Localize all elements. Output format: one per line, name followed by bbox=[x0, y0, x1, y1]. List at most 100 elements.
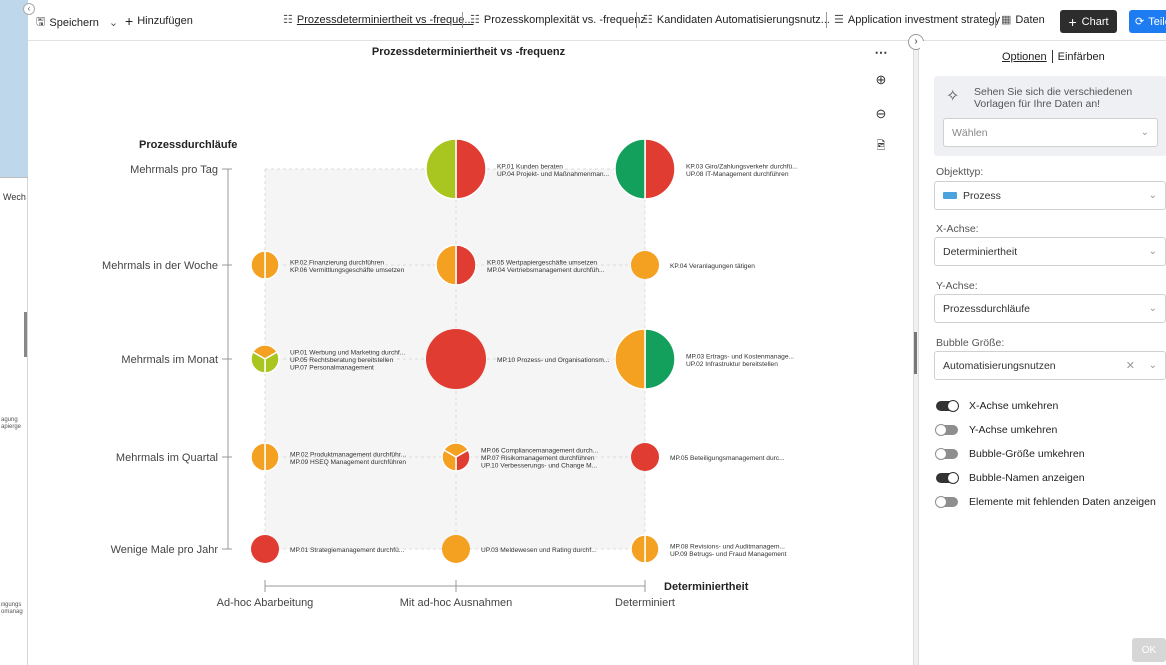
toggle-label: Y-Achse umkehren bbox=[969, 424, 1058, 436]
save-button[interactable]: 🖫 Speichern ⌄ bbox=[36, 13, 118, 32]
toggle-knob bbox=[935, 448, 947, 460]
bubble-label: UP.07 Personalmanagement bbox=[290, 365, 374, 372]
bubble-slice[interactable] bbox=[250, 442, 266, 472]
bubble-chart: Wenige Male pro Jahr Mehrmals im Quartal M… bbox=[102, 138, 798, 609]
bubble-slice[interactable] bbox=[644, 534, 660, 564]
toggle-label: Bubble-Namen anzeigen bbox=[969, 472, 1085, 484]
tab-chart-3[interactable]: ☷ Kandidaten Automatisierungsnutz... bbox=[643, 13, 830, 27]
toggle-row[interactable]: X-Achse umkehren bbox=[936, 400, 1058, 412]
chevron-down-icon: ⌄ bbox=[1148, 303, 1157, 314]
data-label: Daten bbox=[1015, 13, 1045, 26]
bubble-size-select[interactable]: Automatisierungsnutzen ✕ ⌄ bbox=[934, 351, 1166, 380]
background-resize-handle[interactable] bbox=[24, 312, 27, 357]
template-select-value: Wählen bbox=[952, 126, 988, 139]
toggle-knob bbox=[935, 496, 947, 508]
background-text-line: apierge bbox=[1, 424, 22, 430]
background-text-line: agung bbox=[1, 417, 18, 423]
zoom-out-icon[interactable]: ⊖ bbox=[874, 107, 888, 121]
share-button-label: Teilen bbox=[1148, 15, 1166, 28]
toggle-row[interactable]: Bubble-Größe umkehren bbox=[935, 448, 1085, 460]
bubble[interactable] bbox=[631, 443, 659, 471]
bubble-label: MP.06 Compliancemanagement durch... bbox=[481, 448, 598, 455]
clear-icon[interactable]: ✕ bbox=[1126, 359, 1135, 372]
share-button[interactable]: ⟳ Teilen bbox=[1129, 10, 1166, 33]
bubble-label: MP.04 Vertriebsmanagement durchfüh... bbox=[487, 267, 605, 274]
toggle-label: Elemente mit fehlenden Daten anzeigen bbox=[969, 496, 1156, 508]
x-axis-value: Determiniertheit bbox=[943, 245, 1018, 258]
chevron-down-icon: ⌄ bbox=[1140, 127, 1149, 138]
bubble[interactable] bbox=[426, 329, 486, 389]
toggle-row[interactable]: Y-Achse umkehren bbox=[935, 424, 1058, 436]
tab-divider bbox=[826, 12, 827, 28]
magic-wand-icon: ✧ bbox=[946, 88, 960, 105]
background-text-line: iligungs bbox=[1, 602, 22, 608]
tab-options[interactable]: Optionen bbox=[1002, 51, 1047, 63]
chart-title: Prozessdeterminiertheit vs -frequenz bbox=[371, 46, 566, 58]
plus-icon: + bbox=[125, 13, 134, 29]
bubble-label: KP.05 Wertpapiergeschäfte umsetzen bbox=[487, 259, 597, 266]
toggle-switch[interactable] bbox=[935, 424, 958, 436]
bubble-label: UP.03 Meldewesen und Rating durchf... bbox=[481, 547, 597, 554]
toggle-switch[interactable] bbox=[935, 448, 958, 460]
bubble-slice[interactable] bbox=[250, 250, 266, 280]
tab-label: Application investment strategy bbox=[847, 13, 1001, 26]
bubble-label: MP.09 HSEQ Management durchführen bbox=[290, 459, 406, 466]
tab-chart-1[interactable]: ☷ Prozessdeterminiertheit vs -freque... bbox=[283, 13, 474, 27]
bubble[interactable] bbox=[251, 535, 279, 563]
bubble-label: MP.08 Revisions- und Auditmanagem... bbox=[670, 543, 785, 550]
bubble-label: MP.03 Ertrags- und Kostenmanage... bbox=[686, 353, 794, 360]
add-chart-button[interactable]: + Chart bbox=[1060, 10, 1117, 33]
tab-divider bbox=[636, 12, 637, 28]
tab-chart-2[interactable]: ☷ Prozesskomplexität vs. -frequenz bbox=[470, 13, 646, 27]
tab-chart-4[interactable]: ☰ Application investment strategy bbox=[834, 13, 1001, 27]
y-tick-label: Wenige Male pro Jahr bbox=[111, 544, 219, 556]
data-button[interactable]: ▦ Daten bbox=[1001, 13, 1045, 27]
bubble[interactable] bbox=[631, 251, 659, 279]
add-button[interactable]: + Hinzufügen bbox=[125, 13, 193, 29]
background-text-line: omanag bbox=[1, 609, 23, 615]
bubble-label: MP.07 Risikomanagement durchführen bbox=[481, 455, 595, 462]
x-axis-select[interactable]: Determiniertheit ⌄ bbox=[934, 237, 1166, 266]
template-hint: Sehen Sie sich die verschiedenen Vorlage… bbox=[974, 86, 1133, 110]
export-icon[interactable]: 🖻 bbox=[874, 139, 888, 153]
bubble-label: MP.01 Strategiemanagement durchfü... bbox=[290, 547, 404, 554]
y-tick-label: Mehrmals pro Tag bbox=[130, 164, 218, 176]
close-icon[interactable]: ‹ bbox=[23, 3, 35, 15]
bar-chart-icon: ☰ bbox=[834, 14, 844, 26]
tab-label: Prozessdeterminiertheit vs -freque... bbox=[296, 13, 474, 26]
toggle-row[interactable]: Bubble-Namen anzeigen bbox=[936, 472, 1085, 484]
object-type-color-swatch bbox=[943, 192, 957, 199]
toggle-switch[interactable] bbox=[936, 400, 959, 412]
table-icon: ▦ bbox=[1001, 14, 1012, 26]
y-axis-label: Y-Achse: bbox=[936, 280, 978, 292]
tab-divider bbox=[1051, 50, 1053, 63]
y-axis-select[interactable]: Prozessdurchläufe ⌄ bbox=[934, 294, 1166, 323]
bubble-label: MP.10 Prozess- und Organisationsm... bbox=[497, 357, 610, 364]
bubble-slice[interactable] bbox=[644, 138, 676, 200]
bubble-label: UP.01 Werbung und Marketing durchf... bbox=[290, 350, 405, 357]
bubble-slice[interactable] bbox=[644, 328, 676, 390]
tab-color[interactable]: Einfärben bbox=[1058, 51, 1105, 63]
bubble-label: UP.05 Rechtsberatung bereitstellen bbox=[290, 357, 394, 364]
x-tick-label: Ad-hoc Abarbeitung bbox=[217, 597, 314, 609]
toggle-switch[interactable] bbox=[935, 496, 958, 508]
chart-area: Wenige Male pro Jahr Mehrmals im Quartal M… bbox=[28, 41, 913, 665]
toggle-knob bbox=[947, 400, 959, 412]
tab-divider bbox=[995, 12, 996, 28]
ok-button[interactable]: OK bbox=[1132, 638, 1166, 662]
bubble[interactable] bbox=[442, 535, 470, 563]
splitter-grip[interactable] bbox=[914, 332, 917, 374]
more-icon[interactable]: ⋯ bbox=[874, 46, 888, 60]
toggle-switch[interactable] bbox=[936, 472, 959, 484]
x-tick-label: Determiniert bbox=[615, 597, 675, 609]
y-tick-label: Mehrmals im Monat bbox=[121, 354, 218, 366]
toggle-row[interactable]: Elemente mit fehlenden Daten anzeigen bbox=[935, 496, 1156, 508]
zoom-in-icon[interactable]: ⊕ bbox=[874, 73, 888, 87]
y-axis-title: Prozessdurchläufe bbox=[139, 139, 237, 151]
template-select[interactable]: Wählen ⌄ bbox=[943, 118, 1158, 147]
bubble-label: KP.04 Veranlagungen tätigen bbox=[670, 263, 755, 270]
x-tick-label: Mit ad-hoc Ausnahmen bbox=[400, 597, 513, 609]
object-type-select[interactable]: Prozess ⌄ bbox=[934, 181, 1166, 210]
save-icon: 🖫 bbox=[36, 16, 46, 28]
chevron-down-icon[interactable]: ⌄ bbox=[109, 16, 118, 29]
